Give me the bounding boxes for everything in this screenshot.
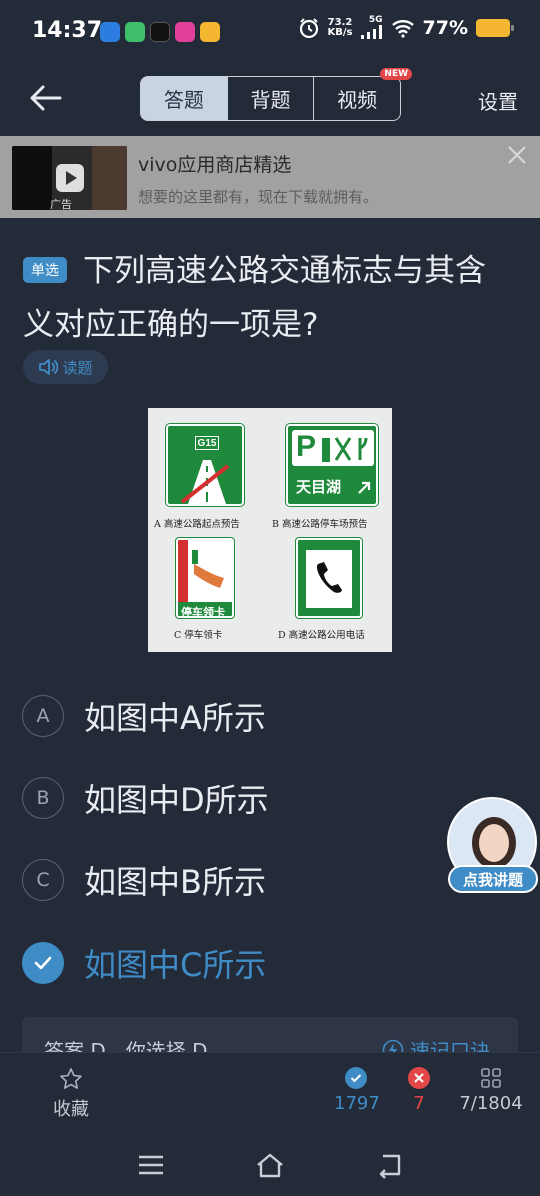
ad-tag: 广告 [50,198,72,210]
question-figure: G15 A 高速公路起点预告 P 天目湖 B 高速公路停车场预告 停车领卡 C … [148,408,392,652]
grid-icon [481,1068,501,1088]
option-b[interactable]: B 如图中D所示 [22,768,492,828]
ad-banner[interactable]: 广告 vivo应用商店精选 想要的这里都有，现在下载就拥有。 [0,136,540,218]
caption-a: A 高速公路起点预告 [154,519,240,530]
app-notification-icon [125,22,145,42]
star-icon [60,1068,82,1089]
sign-c-text: 停车领卡 [181,606,225,618]
answer-panel: 答案 D，你选择 D 速记口诀 [22,1017,518,1057]
tab-answer[interactable]: 答题 [141,77,228,120]
app-notification-icon [200,22,220,42]
ticket-hand-pictogram [192,550,224,588]
service-pictograms-icon [322,437,368,462]
status-indicators: 73.2 KB/s 5G 77% [298,15,514,39]
option-letter: A [22,695,64,737]
settings-button[interactable]: 设置 [478,86,518,115]
option-letter: B [22,777,64,819]
question-type-badge: 单选 [23,257,67,283]
sign-b: P 天目湖 [285,423,379,507]
favorite-button[interactable]: 收藏 [50,1067,92,1121]
back-arrow-icon[interactable] [26,78,66,118]
option-text: 如图中A所示 [84,699,266,737]
new-badge: NEW [380,68,413,80]
caption-c: C 停车领卡 [174,630,223,641]
correct-count[interactable]: 1797 [334,1067,380,1114]
ad-subtitle: 想要的这里都有，现在下载就拥有。 [138,188,379,206]
bottom-bar: 收藏 1797 7 7/1804 [0,1052,540,1132]
play-icon [56,164,84,192]
option-c[interactable]: C 如图中B所示 [22,850,492,910]
ai-explain-label: 点我讲题 [448,865,538,893]
tab-video[interactable]: 视频 NEW [314,68,413,120]
app-notification-icon [175,22,195,42]
caption-d: D 高速公路公用电话 [278,630,365,641]
wrong-count-value: 7 [413,1093,425,1114]
sign-d [295,537,363,619]
wifi-icon [391,19,414,38]
alarm-icon [299,17,318,38]
net-speed-value: 73.2 [327,16,353,28]
x-circle-icon [408,1067,430,1089]
top-nav: 答题 背题 视频 NEW 设置 [0,64,540,134]
ai-explain-button[interactable]: 点我讲题 [445,797,540,897]
sign-b-place: 天目湖 [296,478,342,496]
read-question-button[interactable]: 读题 [23,350,108,384]
option-text: 如图中D所示 [84,781,269,819]
status-app-icons [100,22,220,42]
read-question-label: 读题 [62,358,93,377]
correct-count-value: 1797 [334,1093,380,1114]
speaker-icon [39,359,59,375]
option-d[interactable]: 如图中C所示 [22,933,492,993]
sign-c: 停车领卡 [175,537,235,619]
sign-a: G15 [165,423,245,507]
battery-percent: 77% [422,16,468,39]
option-letter: C [22,859,64,901]
network-type: 5G [368,15,383,25]
home-icon[interactable] [255,1150,285,1180]
phone-icon [316,562,342,593]
status-time: 14:37 [32,18,103,43]
caption-b: B 高速公路停车场预告 [272,519,368,530]
tab-memorize[interactable]: 背题 [228,77,315,120]
menu-icon[interactable] [136,1150,166,1180]
favorite-label: 收藏 [53,1099,89,1120]
status-bar: 14:37 73.2 KB/s 5G 77% [0,0,540,64]
app-notification-icon [100,22,120,42]
road-start-pictogram [180,460,230,504]
close-icon[interactable] [506,144,528,166]
ad-title: vivo应用商店精选 [138,154,292,176]
signal-icon [360,25,382,39]
question-text: 下列高速公路交通标志与其含义对应正确的一项是? [23,253,486,343]
arrow-upright-icon [358,481,371,494]
tab-label: 背题 [250,88,291,112]
tab-label: 视频 [337,88,378,112]
option-a[interactable]: A 如图中A所示 [22,686,492,746]
battery-icon [476,18,514,37]
mode-tabs: 答题 背题 视频 NEW [140,68,413,121]
option-text: 如图中C所示 [84,946,267,984]
net-speed: 73.2 KB/s [327,16,353,38]
ad-thumbnail[interactable]: 广告 [12,146,127,210]
signal-group: 5G [360,15,383,39]
back-icon[interactable] [375,1150,405,1180]
option-text: 如图中B所示 [84,863,266,901]
app-notification-icon [150,22,170,42]
progress-button[interactable]: 7/1804 [454,1067,528,1114]
tab-label: 答题 [163,88,204,112]
check-circle-icon [345,1067,367,1089]
checkmark-icon [22,942,64,984]
system-nav-bar [0,1132,540,1196]
progress-value: 7/1804 [459,1093,523,1114]
net-speed-unit: KB/s [327,26,353,38]
wrong-count[interactable]: 7 [402,1067,436,1114]
